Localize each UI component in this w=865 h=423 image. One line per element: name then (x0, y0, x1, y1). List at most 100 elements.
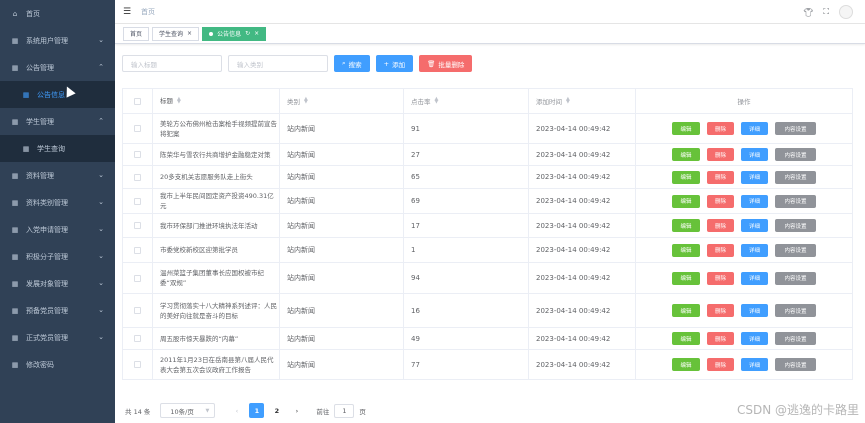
sort-icon[interactable]: ▲ ▼ (304, 97, 308, 105)
category-search-input[interactable]: 输入类别 (228, 55, 328, 72)
search-button[interactable]: ⌕ 搜索 (334, 55, 370, 72)
row-checkbox[interactable] (134, 222, 141, 229)
content-settings-button[interactable]: 内容设置 (775, 358, 816, 371)
edit-button[interactable]: 编辑 (672, 122, 700, 135)
detail-button[interactable]: 详细 (741, 358, 768, 371)
delete-button[interactable]: 删除 (707, 194, 734, 208)
detail-button[interactable]: 详细 (741, 271, 768, 285)
tag-announcement-info[interactable]: 公告信息 ↻ × (202, 26, 267, 41)
sidebar-item-probationary-members[interactable]: ▦ 预备党员管理 ⌄ (0, 297, 115, 324)
delete-button[interactable]: 删除 (707, 358, 734, 371)
sidebar-item-system-users[interactable]: ▦ 系统用户管理 ⌄ (0, 27, 115, 54)
header-category[interactable]: 类别 ▲ ▼ (280, 89, 404, 113)
content-settings-button[interactable]: 内容设置 (775, 122, 816, 135)
delete-button[interactable]: 删除 (707, 243, 734, 257)
shirt-icon[interactable]: 👕︎ (803, 8, 813, 17)
delete-button[interactable]: 删除 (707, 332, 734, 345)
detail-button[interactable]: 详细 (741, 148, 768, 161)
edit-button[interactable]: 编辑 (672, 194, 700, 208)
edit-button[interactable]: 编辑 (672, 304, 700, 317)
submenu-students: ▦ 学生查询 (0, 135, 115, 162)
goto-page-input[interactable]: 1 (334, 403, 355, 418)
edit-button[interactable]: 编辑 (672, 170, 700, 184)
detail-button[interactable]: 详细 (741, 122, 768, 135)
row-checkbox[interactable] (134, 151, 141, 158)
delete-button[interactable]: 删除 (707, 304, 734, 317)
content-settings-button[interactable]: 内容设置 (775, 148, 816, 161)
row-checkbox-cell (123, 328, 153, 349)
page-1-button[interactable]: 1 (249, 403, 265, 418)
close-icon[interactable]: × (187, 30, 192, 37)
close-icon[interactable]: × (254, 30, 259, 37)
sort-icon[interactable]: ▲ ▼ (435, 97, 439, 105)
content-settings-button[interactable]: 内容设置 (775, 304, 816, 317)
row-checkbox[interactable] (134, 307, 141, 314)
sidebar-item-label: 学生查询 (37, 144, 65, 153)
sidebar-item-students[interactable]: ▦ 学生管理 ⌃ (0, 108, 115, 135)
prev-page-button[interactable]: ‹ (229, 403, 244, 418)
edit-button[interactable]: 编辑 (672, 358, 700, 371)
row-checkbox[interactable] (134, 246, 141, 254)
delete-button[interactable]: 删除 (707, 148, 734, 161)
select-all-checkbox[interactable] (134, 97, 141, 105)
title-search-input[interactable]: 输入标题 (122, 55, 222, 72)
sidebar-item-announcements[interactable]: ▦ 公告管理 ⌃ (0, 54, 115, 81)
delete-button[interactable]: 删除 (707, 170, 734, 184)
sort-icon[interactable]: ▲ ▼ (566, 97, 570, 105)
sidebar-item-party-applications[interactable]: ▦ 入党申请管理 ⌄ (0, 216, 115, 243)
sidebar-item-announcement-info[interactable]: ▦ 公告信息 (0, 81, 115, 108)
content-settings-button[interactable]: 内容设置 (775, 170, 816, 184)
page-2-button[interactable]: 2 (269, 403, 284, 418)
delete-button[interactable]: 删除 (707, 219, 734, 232)
add-button[interactable]: + 添加 (375, 55, 414, 72)
content-settings-button[interactable]: 内容设置 (775, 194, 816, 208)
avatar[interactable] (839, 5, 853, 19)
sort-icon[interactable]: ▲ ▼ (177, 97, 181, 105)
sidebar-item-change-password[interactable]: ▦ 修改密码 (0, 351, 115, 378)
refresh-icon[interactable]: ↻ (245, 30, 250, 37)
row-checkbox[interactable] (134, 173, 141, 181)
breadcrumb[interactable]: 首页 (141, 7, 155, 17)
detail-button[interactable]: 详细 (741, 332, 768, 345)
row-checkbox-cell (123, 189, 153, 213)
header-title[interactable]: 标题 ▲ ▼ (153, 89, 280, 113)
sidebar-item-student-query[interactable]: ▦ 学生查询 (0, 135, 115, 162)
sidebar-item-full-members[interactable]: ▦ 正式党员管理 ⌄ (0, 324, 115, 351)
row-checkbox[interactable] (134, 274, 141, 282)
content-settings-button[interactable]: 内容设置 (775, 243, 816, 257)
content-settings-button[interactable]: 内容设置 (775, 271, 816, 285)
detail-button[interactable]: 详细 (741, 194, 768, 208)
edit-button[interactable]: 编辑 (672, 243, 700, 257)
next-page-button[interactable]: › (289, 403, 304, 418)
tag-student-query[interactable]: 学生查询 × (152, 26, 200, 41)
edit-button[interactable]: 编辑 (672, 271, 700, 285)
detail-button[interactable]: 详细 (741, 219, 768, 232)
header-clicks[interactable]: 点击率 ▲ ▼ (404, 89, 529, 113)
sidebar-item-home[interactable]: ⌂ 首页 (0, 0, 115, 27)
sidebar-item-development-targets[interactable]: ▦ 发展对象管理 ⌄ (0, 270, 115, 297)
delete-button[interactable]: 删除 (707, 122, 734, 135)
delete-button[interactable]: 删除 (707, 271, 734, 285)
row-checkbox[interactable] (134, 125, 141, 132)
cell-clicks: 65 (404, 166, 529, 188)
batch-delete-button[interactable]: 🗑︎ 批量删除 (419, 55, 473, 72)
page-size-select[interactable]: 10条/页 ▼ (160, 403, 216, 418)
edit-button[interactable]: 编辑 (672, 332, 700, 345)
detail-button[interactable]: 详细 (741, 243, 768, 257)
sidebar-item-materials[interactable]: ▦ 资料管理 ⌄ (0, 162, 115, 189)
detail-button[interactable]: 详细 (741, 304, 768, 317)
row-checkbox[interactable] (134, 361, 141, 368)
content-settings-button[interactable]: 内容设置 (775, 219, 816, 232)
header-time[interactable]: 添加时间 ▲ ▼ (529, 89, 636, 113)
sidebar-item-activists[interactable]: ▦ 积极分子管理 ⌄ (0, 243, 115, 270)
row-checkbox[interactable] (134, 335, 141, 342)
sidebar-item-material-categories[interactable]: ▦ 资料类别管理 ⌄ (0, 189, 115, 216)
detail-button[interactable]: 详细 (741, 170, 768, 184)
edit-button[interactable]: 编辑 (672, 219, 700, 232)
fullscreen-icon[interactable]: ⛶ (823, 7, 829, 17)
content-settings-button[interactable]: 内容设置 (775, 332, 816, 345)
row-checkbox[interactable] (134, 197, 141, 205)
hamburger-icon[interactable]: ☰ (123, 7, 133, 17)
tag-home[interactable]: 首页 (123, 26, 150, 41)
edit-button[interactable]: 编辑 (672, 148, 700, 161)
